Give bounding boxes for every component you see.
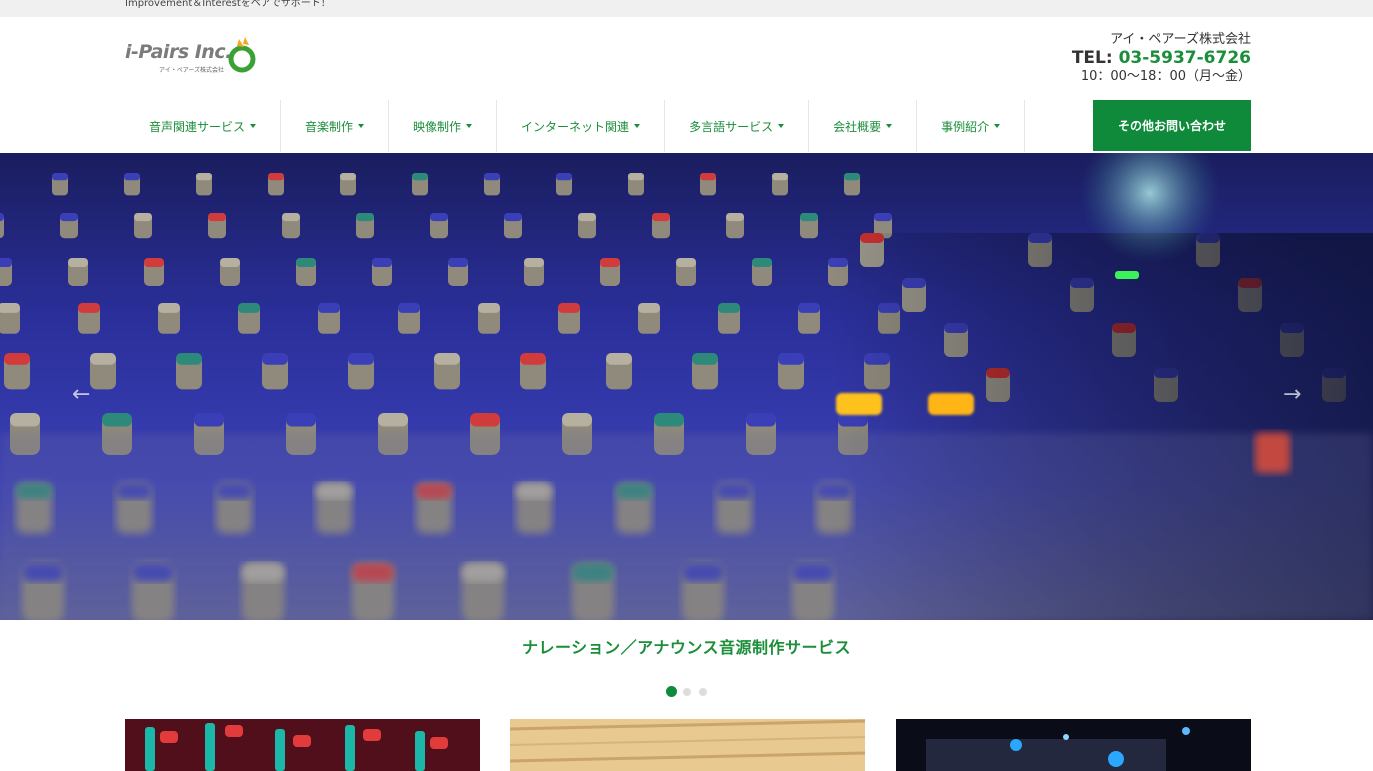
tel-number[interactable]: 03-5937-6726: [1119, 48, 1251, 68]
nav-item-voice[interactable]: 音声関連サービス: [125, 100, 282, 152]
caret-down-icon: [250, 124, 257, 128]
nav-item-company[interactable]: 会社概要: [809, 100, 918, 152]
site-logo[interactable]: i-Pairs Inc. アイ・ペアーズ株式会社: [125, 35, 260, 79]
tagline: Improvement＆Interestをペアでサポート！: [125, 0, 331, 9]
hero-led: [1115, 271, 1139, 279]
logo-wordmark: i-Pairs Inc.: [125, 41, 232, 63]
slider-dot-3[interactable]: [699, 687, 707, 696]
caret-down-icon: [466, 124, 473, 128]
site-header: i-Pairs Inc. アイ・ペアーズ株式会社 アイ・ペアーズ株式会社 TEL…: [0, 17, 1373, 101]
nav-item-internet[interactable]: インターネット関連: [497, 100, 666, 152]
business-hours: 10：00〜18：00（月〜金）: [1080, 69, 1251, 84]
contact-block: アイ・ペアーズ株式会社 TEL: 03-5937-6726 10：00〜18：0…: [1072, 31, 1251, 85]
nav-label: 音声関連サービス: [149, 119, 246, 134]
nav-label: インターネット関連: [521, 119, 630, 134]
thumb-image-stage: [896, 719, 1251, 771]
nav-label: 会社概要: [833, 119, 882, 134]
nav-item-multilingual[interactable]: 多言語サービス: [665, 100, 810, 152]
hero-amber-button: [928, 393, 974, 415]
arrow-left-icon[interactable]: ←: [72, 383, 90, 407]
nav-item-music[interactable]: 音楽制作: [281, 100, 390, 152]
caret-down-icon: [778, 124, 785, 128]
company-name: アイ・ペアーズ株式会社: [1110, 32, 1251, 47]
logo-subtitle: アイ・ペアーズ株式会社: [159, 67, 225, 74]
nav-item-cases[interactable]: 事例紹介: [917, 100, 1026, 152]
contact-cta-button[interactable]: その他お問い合わせ: [1093, 100, 1251, 151]
arrow-right-icon[interactable]: →: [1283, 383, 1301, 407]
slider-dot-1[interactable]: [666, 686, 677, 697]
slide-caption: ナレーション／アナウンス音源制作サービス: [521, 638, 852, 657]
caret-down-icon: [358, 124, 365, 128]
nav-label: 映像制作: [413, 119, 462, 134]
logo-mark-icon: [228, 37, 256, 73]
nav-label: 音楽制作: [305, 119, 354, 134]
caret-down-icon: [634, 124, 641, 128]
nav-label: 多言語サービス: [689, 119, 774, 134]
nav-list: 音声関連サービス 音楽制作 映像制作 インターネット関連 多言語サービス 会社概…: [125, 100, 1026, 152]
nav-label: 事例紹介: [941, 119, 990, 134]
service-thumb-1[interactable]: [125, 719, 480, 771]
thumb-image-faders: [125, 719, 480, 771]
hero-amber-button: [836, 393, 882, 415]
slider-dots: [666, 686, 715, 697]
hero-image-mixing-console: [0, 153, 1373, 620]
slider-dot-2[interactable]: [683, 687, 691, 696]
top-bar: Improvement＆Interestをペアでサポート！: [0, 0, 1373, 17]
caret-down-icon: [994, 124, 1001, 128]
caret-down-icon: [886, 124, 893, 128]
service-thumb-3[interactable]: [896, 719, 1251, 771]
service-thumb-2[interactable]: [510, 719, 865, 771]
hero-slider: ← →: [0, 153, 1373, 620]
tel-label: TEL:: [1071, 48, 1119, 68]
tel-row: TEL: 03-5937-6726: [1072, 48, 1251, 68]
nav-item-video[interactable]: 映像制作: [389, 100, 498, 152]
thumb-image-wood: [510, 719, 865, 771]
